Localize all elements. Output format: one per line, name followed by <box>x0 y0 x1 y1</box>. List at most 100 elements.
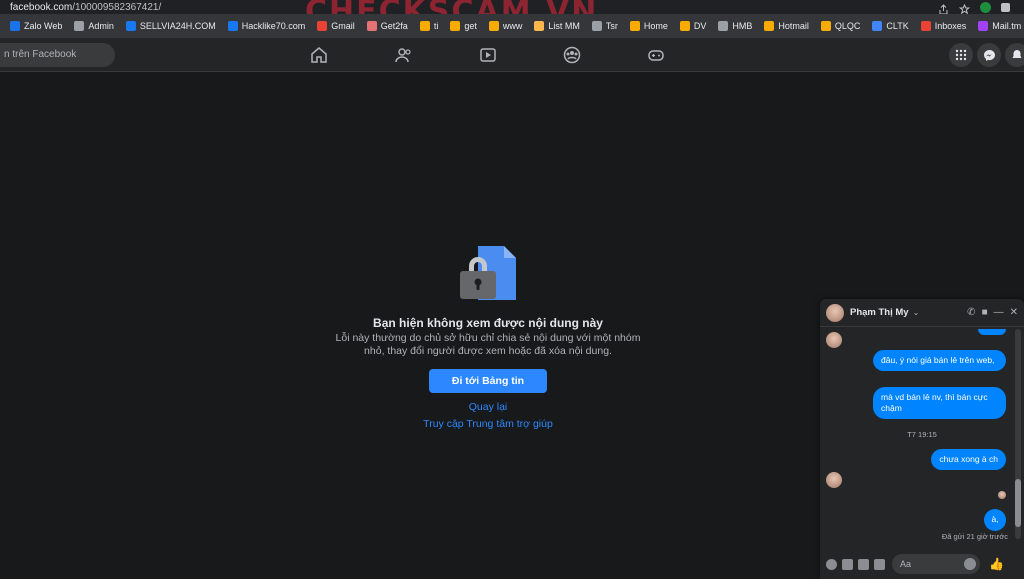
image-icon[interactable] <box>842 558 853 570</box>
bookmark-item[interactable]: Admin <box>68 21 120 31</box>
bookmark-favicon-icon <box>764 21 775 31</box>
bookmark-label: Home <box>643 21 668 31</box>
error-description: Lỗi này thường do chủ sở hữu chỉ chia sẻ… <box>335 332 641 357</box>
bookmark-label: HMB <box>732 21 753 31</box>
bookmark-item[interactable]: Hacklike70.com <box>222 21 312 31</box>
bookmark-favicon-icon <box>920 21 931 31</box>
bookmark-label: Hacklike70.com <box>241 21 306 31</box>
gaming-icon[interactable] <box>647 46 665 64</box>
friends-icon[interactable] <box>395 46 413 64</box>
bookmark-item[interactable]: Gmail <box>311 21 361 31</box>
seen-avatar <box>998 491 1006 499</box>
search-input[interactable]: n trên Facebook <box>0 43 115 67</box>
bookmark-favicon-icon <box>820 21 831 31</box>
chat-scrollbar[interactable] <box>1015 329 1021 539</box>
share-icon[interactable] <box>938 2 949 14</box>
bookmark-label: Gmail <box>331 21 355 31</box>
go-to-feed-button[interactable]: Đi tới Bảng tin <box>429 369 547 393</box>
bookmark-favicon-icon <box>591 21 602 31</box>
watch-icon[interactable] <box>479 46 497 64</box>
lock-document-icon <box>458 244 518 304</box>
groups-icon[interactable] <box>563 46 581 64</box>
notifications-icon[interactable] <box>1005 43 1024 67</box>
bookmark-favicon-icon <box>450 21 461 31</box>
minimize-icon[interactable]: — <box>994 307 1004 318</box>
bookmark-favicon-icon <box>317 21 328 31</box>
bookmark-label: CLTK <box>886 21 909 31</box>
close-icon[interactable]: ✕ <box>1010 307 1018 318</box>
plus-icon[interactable] <box>826 558 837 570</box>
bookmark-label: SELLVIA24H.COM <box>139 21 216 31</box>
bookmark-favicon-icon <box>629 21 640 31</box>
bookmark-favicon-icon <box>227 21 238 31</box>
bookmark-label: ti <box>433 21 439 31</box>
phone-icon[interactable]: ✆ <box>967 307 975 318</box>
bookmark-item[interactable]: Home <box>624 21 674 31</box>
menu-icon[interactable] <box>949 43 973 67</box>
address-field[interactable]: facebook.com/100009582367421/ <box>0 2 161 13</box>
star-icon[interactable] <box>958 2 971 14</box>
bookmark-label: Zalo Web <box>24 21 63 31</box>
sticker-icon[interactable] <box>858 558 869 570</box>
message-bubble[interactable]: đâu, ý nói giá bán lẻ trên web, <box>873 350 1006 371</box>
like-icon[interactable]: 👍 <box>989 557 1004 571</box>
chat-composer: Aa 👍 <box>820 549 1024 579</box>
bookmark-label: Hotmail <box>778 21 809 31</box>
bookmark-item[interactable]: QLQC <box>815 21 867 31</box>
bookmark-favicon-icon <box>488 21 499 31</box>
bookmarks-bar: Zalo Web Admin SELLVIA24H.COM Hacklike70.co… <box>0 14 1024 38</box>
error-title: Bạn hiện không xem được nội dung này <box>373 316 603 330</box>
bookmark-item[interactable]: CLTK <box>866 21 914 31</box>
avatar <box>826 472 842 488</box>
bookmark-item[interactable]: www <box>483 21 529 31</box>
bookmark-label: www <box>502 21 523 31</box>
emoji-icon[interactable] <box>964 558 976 570</box>
message-input[interactable]: Aa <box>892 554 980 574</box>
chat-contact-name[interactable]: Phạm Thị My <box>850 307 909 318</box>
message-bubble[interactable]: à, <box>984 509 1006 531</box>
puzzle-icon[interactable] <box>1001 2 1010 12</box>
bookmark-favicon-icon <box>978 21 989 31</box>
bookmark-item[interactable]: List MM <box>528 21 586 31</box>
go-back-link[interactable]: Quay lại <box>338 401 638 413</box>
bookmark-item[interactable]: Hotmail <box>758 21 815 31</box>
home-icon[interactable] <box>310 46 328 64</box>
chevron-down-icon[interactable]: ⌄ <box>913 308 920 317</box>
avatar <box>826 332 842 348</box>
bookmark-favicon-icon <box>679 21 690 31</box>
bookmark-label: Admin <box>88 21 114 31</box>
chat-header[interactable]: Phạm Thị My ⌄ ✆ ■ — ✕ <box>820 299 1024 327</box>
bookmark-item[interactable]: Zalo Web <box>4 21 68 31</box>
bookmark-label: Inboxes <box>934 21 967 31</box>
gif-icon[interactable] <box>874 558 885 570</box>
bookmark-favicon-icon <box>10 21 20 31</box>
help-center-link[interactable]: Truy cập Trung tâm trợ giúp <box>338 418 638 430</box>
message-bubble[interactable]: chưa xong à ch <box>931 449 1006 470</box>
bookmark-favicon-icon <box>74 21 85 31</box>
message-bubble[interactable]: mà vd bán lẻ nv, thì bán cực chậm <box>873 387 1006 419</box>
bookmark-item[interactable]: DV <box>674 21 713 31</box>
bookmark-label: Get2fa <box>380 21 408 31</box>
bookmark-item[interactable]: Tsr <box>586 21 624 31</box>
bookmark-item[interactable]: SELLVIA24H.COM <box>120 21 222 31</box>
bookmark-item[interactable]: Mail.tm <box>972 21 1024 31</box>
bookmark-favicon-icon <box>872 21 883 31</box>
bookmark-item[interactable]: get <box>444 21 483 31</box>
messenger-icon[interactable] <box>977 43 1001 67</box>
bookmark-label: Tsr <box>605 21 618 31</box>
bookmark-label: DV <box>693 21 707 31</box>
bookmark-label: List MM <box>548 21 580 31</box>
facebook-top-nav: n trên Facebook <box>0 38 1024 72</box>
avatar[interactable] <box>826 303 844 322</box>
bookmark-item[interactable]: ti <box>414 21 445 31</box>
bookmark-favicon-icon <box>419 21 430 31</box>
bookmark-item[interactable]: HMB <box>712 21 758 31</box>
bookmark-item[interactable]: Inboxes <box>915 21 973 31</box>
bookmark-item[interactable]: Get2fa <box>361 21 414 31</box>
extension-icon[interactable] <box>980 1 991 13</box>
bookmark-favicon-icon <box>366 21 377 31</box>
bookmark-label: Mail.tm <box>992 21 1022 31</box>
chat-window: Phạm Thị My ⌄ ✆ ■ — ✕ đâu, ý nói giá bán… <box>820 299 1024 579</box>
bookmark-favicon-icon <box>534 21 545 31</box>
video-icon[interactable]: ■ <box>982 307 988 318</box>
